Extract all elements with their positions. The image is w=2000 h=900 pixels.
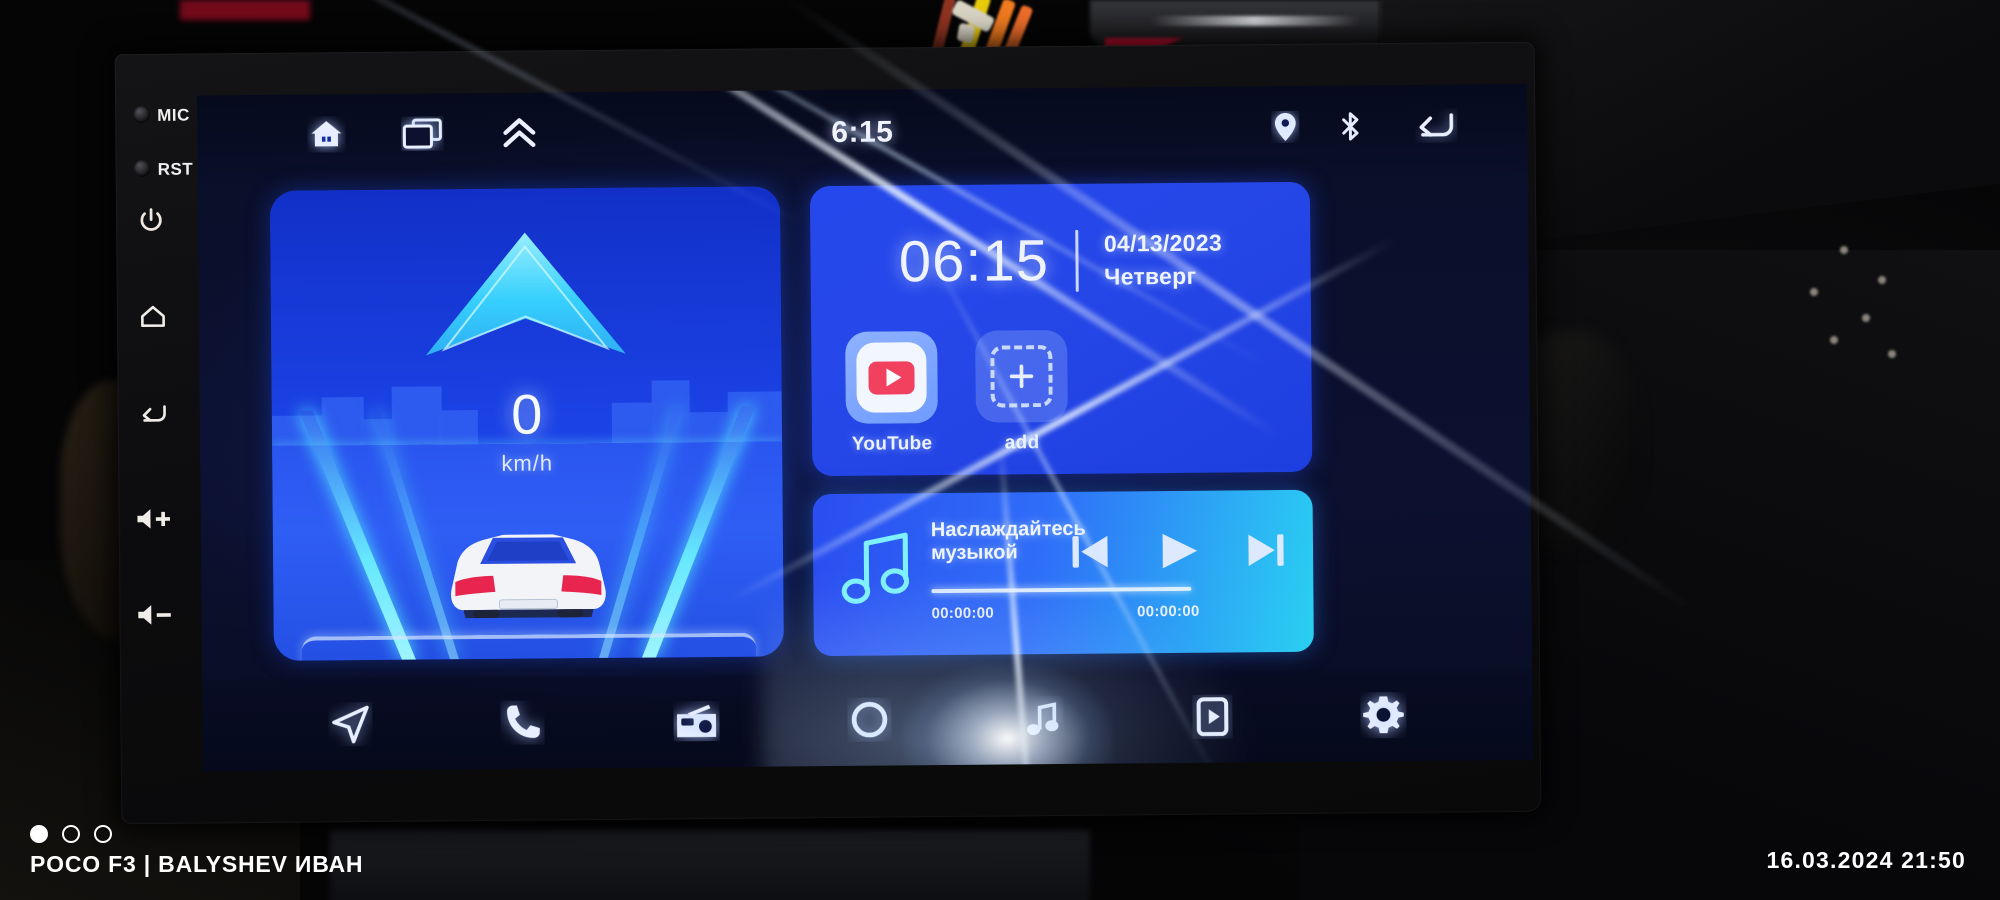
mic-label: MIC [157,105,190,125]
photo-watermark: POCO F3 | BALYSHEV ИВАН [30,825,363,878]
media-duration: 00:00:00 [1137,602,1200,621]
navigation-speed-widget[interactable]: 0 km/h [269,186,784,661]
music-icon[interactable] [1020,696,1064,740]
watermark-dot-filled [30,825,48,843]
music-note-icon [839,527,918,615]
media-title-line2: музыкой [930,541,1018,565]
nav-bottom-trim [301,632,757,661]
navigation-arrow-icon [418,226,634,393]
widget-date: 04/13/2023 [1103,229,1223,257]
settings-gear-icon[interactable] [1360,692,1406,738]
home-cards: 0 km/h 06:15 04/13/2023 Четверг YouTube … [198,168,1532,680]
add-shortcut-icon[interactable] [975,329,1068,423]
youtube-icon[interactable] [845,331,938,424]
app-shortcut-youtube[interactable]: YouTube [845,331,938,456]
media-elapsed: 00:00:00 [931,604,995,623]
previous-icon[interactable] [1069,532,1111,577]
clock-apps-widget[interactable]: 06:15 04/13/2023 Четверг YouTube add [809,181,1313,477]
media-title-line1: Наслаждайтесь [930,517,1086,542]
app-shortcuts: YouTube add [845,329,1068,456]
photo-timestamp: 16.03.2024 21:50 [1766,847,1966,873]
power-icon[interactable] [136,206,166,241]
interior-lower-trim [330,830,1090,900]
volume-up-icon[interactable] [135,506,173,537]
navigation-icon[interactable] [328,702,372,746]
bottom-dock [202,667,1533,772]
touchscreen-display[interactable]: 6:15 0 km/h 06:15 04/13/2023 Четверг You… [197,83,1533,772]
back-icon[interactable] [137,398,170,433]
bluetooth-icon[interactable] [1337,110,1363,142]
radio-icon[interactable] [673,701,719,741]
phone-icon[interactable] [501,700,545,744]
car-illustration [433,505,624,632]
watermark-dot [62,825,80,843]
clock-divider [1074,229,1079,292]
red-light-smear [180,0,310,20]
home-icon[interactable] [137,302,169,337]
status-bar-right-icons [1271,108,1457,144]
clock-row: 06:15 04/13/2023 Четверг [810,228,1311,294]
app-shortcut-add[interactable]: add [975,329,1068,455]
watermark-dots [30,825,363,843]
location-pin-icon[interactable] [1271,111,1299,143]
rst-label: RST [157,159,194,179]
media-progress-bar[interactable] [931,586,1192,594]
widget-clock: 06:15 [898,228,1050,295]
app-label: YouTube [851,433,933,455]
next-icon[interactable] [1245,530,1287,575]
reset-hole [133,159,151,178]
speed-unit-label: km/h [501,450,554,476]
mic-hole [133,105,151,124]
volume-down-icon[interactable] [135,602,173,633]
zip-tie-tail [956,22,976,44]
speed-value: 0 [510,382,543,446]
app-label: add [1004,432,1040,454]
status-bar: 6:15 [197,84,1528,180]
back-icon[interactable] [1415,108,1457,142]
watermark-dot [94,825,112,843]
media-controls [1069,528,1287,579]
apps-icon[interactable] [847,697,891,741]
media-times: 00:00:00 00:00:00 [932,603,1200,622]
media-player-widget[interactable]: Наслаждайтесь музыкой 00:00:00 00:00:00 [812,489,1314,657]
chrome-highlight [1150,16,1360,26]
dust-speckles [1800,230,1980,450]
date-block: 04/13/2023 Четверг [1104,230,1223,291]
photo-scene: MIC RST 6:15 0 km/h 06:15 04/13/2023 Чет… [0,0,2000,900]
car-head-unit: MIC RST 6:15 0 km/h 06:15 04/13/2023 Чет… [114,41,1542,825]
widget-weekday: Четверг [1104,262,1197,290]
video-icon[interactable] [1192,694,1232,738]
play-icon[interactable] [1155,529,1201,578]
bezel-left: MIC RST [115,53,204,824]
watermark-text: POCO F3 | BALYSHEV ИВАН [30,851,364,877]
